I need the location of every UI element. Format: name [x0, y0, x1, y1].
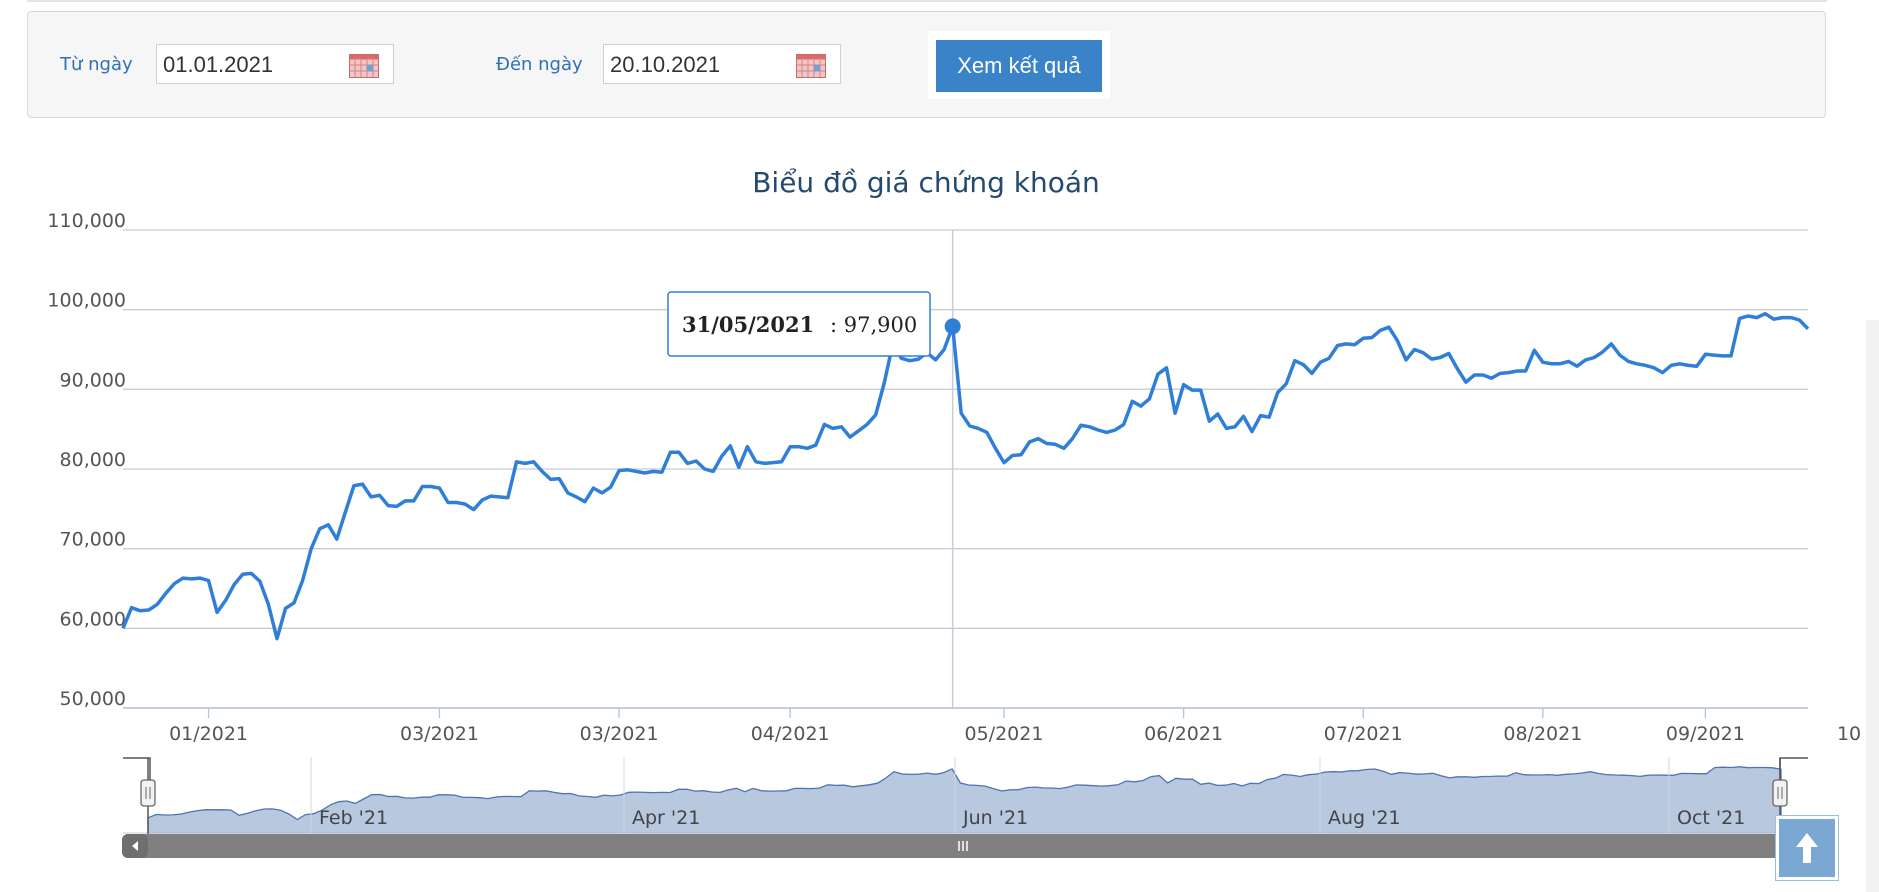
- calendar-icon[interactable]: [349, 54, 379, 78]
- from-date-value: 01.01.2021: [163, 52, 274, 77]
- navigator-scrollbar[interactable]: [122, 834, 1810, 858]
- y-tick-label: 110,000: [47, 210, 126, 232]
- x-tick-label: 03/2021: [400, 723, 479, 745]
- price-series-line: [121, 311, 1810, 641]
- x-tick-label: 01/2021: [169, 723, 248, 745]
- navigator-outline: [1779, 757, 1808, 783]
- top-divider: [27, 0, 1827, 2]
- from-date-input[interactable]: 01.01.2021: [156, 44, 394, 84]
- x-tick-label: 06/2021: [1144, 723, 1223, 745]
- y-tick-label: 100,000: [47, 290, 126, 312]
- y-tick-label: 50,000: [60, 688, 126, 710]
- y-tick-label: 60,000: [60, 608, 126, 630]
- to-date-input[interactable]: 20.10.2021: [603, 44, 841, 84]
- navigator-handle[interactable]: [140, 779, 156, 807]
- x-tick-label: 09/2021: [1666, 723, 1745, 745]
- submit-button-frame: Xem kết quả: [928, 31, 1110, 99]
- x-tick-label: 07/2021: [1324, 723, 1403, 745]
- to-date-label: Đến ngày: [496, 54, 583, 75]
- calendar-icon[interactable]: [796, 54, 826, 78]
- view-results-button[interactable]: Xem kết quả: [936, 40, 1102, 92]
- chart-title: Biểu đồ giá chứng khoán: [752, 166, 1100, 199]
- navigator-label: Feb '21: [319, 807, 388, 829]
- x-tick-label: 03/2021: [580, 723, 659, 745]
- x-tick-label: 08/2021: [1503, 723, 1582, 745]
- page-scrollbar[interactable]: [1866, 320, 1879, 892]
- navigator-label: Oct '21: [1677, 807, 1745, 829]
- x-tick-label: 05/2021: [965, 723, 1044, 745]
- navigator-label: Apr '21: [632, 807, 700, 829]
- navigator-label: Jun '21: [962, 807, 1028, 829]
- y-tick-label: 70,000: [60, 529, 126, 551]
- navigator-handle[interactable]: [1772, 779, 1788, 807]
- stock-price-chart: Biểu đồ giá chứng khoán 50,000 60,000 70,0…: [47, 166, 1860, 858]
- highlighted-point: [944, 318, 961, 335]
- x-tick-label: 04/2021: [751, 723, 830, 745]
- tooltip-date: 31/05/2021: [682, 312, 814, 337]
- navigator-outline: [123, 757, 151, 783]
- y-tick-label: 90,000: [60, 369, 126, 391]
- scroll-to-top-button[interactable]: [1775, 815, 1839, 881]
- y-tick-label: 80,000: [60, 449, 126, 471]
- to-date-value: 20.10.2021: [610, 52, 721, 77]
- navigator-label: Aug '21: [1328, 807, 1401, 829]
- from-date-label: Từ ngày: [60, 54, 133, 75]
- arrow-up-icon: [1796, 833, 1818, 863]
- x-tick-label: 10/2021: [1837, 723, 1860, 745]
- tooltip-value: : 97,900: [830, 313, 917, 337]
